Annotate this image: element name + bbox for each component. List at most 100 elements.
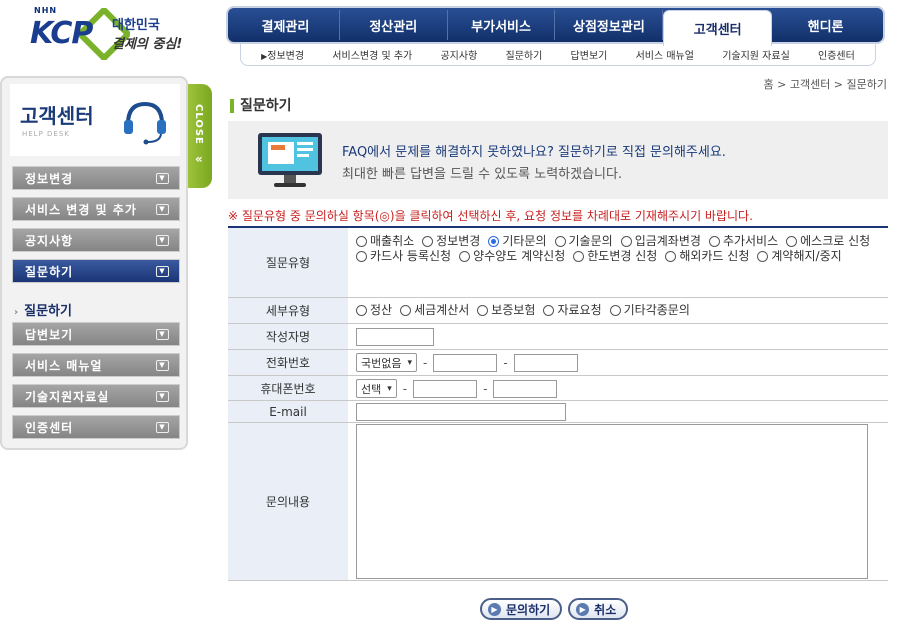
subnav-tech-library[interactable]: 기술지원 자료실 [722,47,790,62]
radio-label: 기타각종문의 [623,303,690,317]
radio-label: 양수양도 계약신청 [473,249,566,263]
phone-last-input[interactable] [513,353,578,372]
radio-label: 카드사 등록신청 [370,249,452,263]
radio-subtype-0[interactable]: 정산 [356,303,392,318]
radio-type-2[interactable]: 기타문의 [488,234,547,249]
radio-type-4[interactable]: 입금계좌변경 [620,234,701,249]
subnav-cert-center[interactable]: 인증센터 [818,47,855,62]
subnav-notice[interactable]: 공지사항 [440,47,477,62]
radio-circle [665,251,677,262]
radio-circle [543,305,555,316]
chevron-left-icon: « [195,152,203,166]
author-input[interactable] [356,327,434,346]
radio-circle [400,305,412,316]
radio-label: 정산 [370,303,393,317]
side-menu-label: 서비스 변경 및 추가 [25,202,137,217]
content-textarea[interactable] [356,424,868,579]
email-input[interactable] [356,402,566,421]
tab-store-info[interactable]: 상점정보관리 [555,10,664,40]
radio-subtype-3[interactable]: 자료요청 [543,303,602,318]
subnav-manual[interactable]: 서비스 매뉴얼 [636,47,694,62]
radio-circle [786,236,798,247]
side-menu-label: 인증센터 [25,420,74,435]
mobile-mid-input[interactable] [413,379,478,398]
sub-navigation: 정보변경 서비스변경 및 추가 공지사항 질문하기 답변보기 서비스 매뉴얼 기… [240,44,876,66]
side-menu-label: 답변보기 [25,327,74,342]
chevron-down-icon: ▾ [407,357,413,368]
subnav-service-change[interactable]: 서비스변경 및 추가 [332,47,412,62]
submit-button[interactable]: ▶ 문의하기 [480,598,563,620]
side-menu-cert-center[interactable]: 인증센터 ▼ [12,415,180,439]
side-menu-label: 서비스 매뉴얼 [25,358,103,373]
side-menu-ask[interactable]: 질문하기 ▼ [12,259,180,283]
radio-type-9[interactable]: 한도변경 신청 [573,249,657,264]
radio-subtype-2[interactable]: 보증보험 [477,303,535,318]
side-menu-info-change[interactable]: 정보변경 ▼ [12,166,180,190]
row-phone: 전화번호 국번없음 ▾ - - [228,350,888,376]
radio-label: 자료요청 [557,303,602,317]
tab-customer-center[interactable]: 고객센터 [663,10,773,46]
mobile-last-input[interactable] [493,379,558,398]
side-menu-label: 기술지원자료실 [25,389,110,404]
sidebar-close-tab[interactable]: CLOSE « [188,84,212,188]
sidebar-header: 고객센터 HELP DESK [10,84,180,156]
tab-addon-service[interactable]: 부가서비스 [448,10,556,40]
kcp-text: KCP [30,16,93,51]
radio-type-0[interactable]: 매출취소 [356,234,414,249]
phone-mid-input[interactable] [433,353,498,372]
chevron-down-icon: ▼ [156,203,169,215]
subnav-ask[interactable]: 질문하기 [506,47,543,62]
tab-settlement[interactable]: 정산관리 [340,10,448,40]
label-content: 문의내용 [228,423,348,580]
side-menu-manual[interactable]: 서비스 매뉴얼 ▼ [12,353,180,377]
subnav-info-change[interactable]: 정보변경 [261,47,304,62]
radio-type-3[interactable]: 기술문의 [554,234,613,249]
kcp-logo[interactable]: NHN KCP 대한민국 결제의 중심! [30,6,190,62]
label-email: E-mail [228,401,348,422]
radio-type-1[interactable]: 정보변경 [422,234,480,249]
chevron-down-icon: ▼ [156,234,169,246]
dash-separator: - [423,355,428,370]
chevron-down-icon: ▼ [156,172,169,184]
arrow-right-icon: ▶ [576,602,590,616]
radio-type-10[interactable]: 해외카드 신청 [665,249,749,264]
label-phone: 전화번호 [228,350,348,375]
chevron-down-icon: ▾ [387,383,392,394]
row-email: E-mail [228,401,888,423]
headset-icon [124,101,166,145]
banner-line2: 최대한 빠른 답변을 드릴 수 있도록 노력하겠습니다. [342,167,623,182]
side-menu-answers[interactable]: 답변보기 ▼ [12,322,180,346]
slogan-line1: 대한민국 [112,18,160,33]
side-menu-tech-library[interactable]: 기술지원자료실 ▼ [12,384,180,408]
side-menu-notice[interactable]: 공지사항 ▼ [12,228,180,252]
radio-label: 입금계좌변경 [634,234,701,248]
radio-type-11[interactable]: 계약해지/중지 [757,249,842,264]
mobile-prefix-select[interactable]: 선택 ▾ [356,379,397,398]
row-sub-type: 세부유형 정산 세금계산서 보증보험 자료요청 기타각종문의 [228,298,888,324]
cancel-button[interactable]: ▶ 취소 [568,598,629,620]
radio-type-7[interactable]: 카드사 등록신청 [356,249,451,264]
side-menu-service-change[interactable]: 서비스 변경 및 추가 ▼ [12,197,180,221]
tab-payment[interactable]: 결제관리 [232,10,340,40]
submit-label: 문의하기 [506,602,551,617]
radio-circle [609,305,621,316]
radio-label: 추가서비스 [722,234,779,248]
radio-type-6[interactable]: 에스크로 신청 [786,234,870,249]
side-submenu-ask[interactable]: › 질문하기 [14,300,72,319]
radio-label: 에스크로 신청 [800,234,871,248]
phone-area-select[interactable]: 국번없음 ▾ [356,353,418,372]
radio-subtype-4[interactable]: 기타각종문의 [609,303,690,318]
nhn-text: NHN [34,6,58,15]
form-notice: ※ 질문유형 중 문의하실 항목(◎)을 클릭하여 선택하신 후, 요청 정보를… [228,209,753,223]
slogan-line2: 결제의 중심! [112,37,183,52]
radio-type-8[interactable]: 양수양도 계약신청 [459,249,565,264]
radio-label: 보증보험 [491,303,536,317]
radio-subtype-1[interactable]: 세금계산서 [400,303,469,318]
row-question-type: 질문유형 매출취소 정보변경 기타문의 기술문의 입금계좌변경 추가서비스 에스… [228,228,888,298]
radio-type-5[interactable]: 추가서비스 [708,234,779,249]
tab-handy-loan[interactable]: 핸디론 [772,10,879,40]
label-question-type: 질문유형 [228,228,348,297]
question-form: 질문유형 매출취소 정보변경 기타문의 기술문의 입금계좌변경 추가서비스 에스… [228,226,888,581]
subnav-answers[interactable]: 답변보기 [571,47,608,62]
radio-circle [422,236,434,247]
